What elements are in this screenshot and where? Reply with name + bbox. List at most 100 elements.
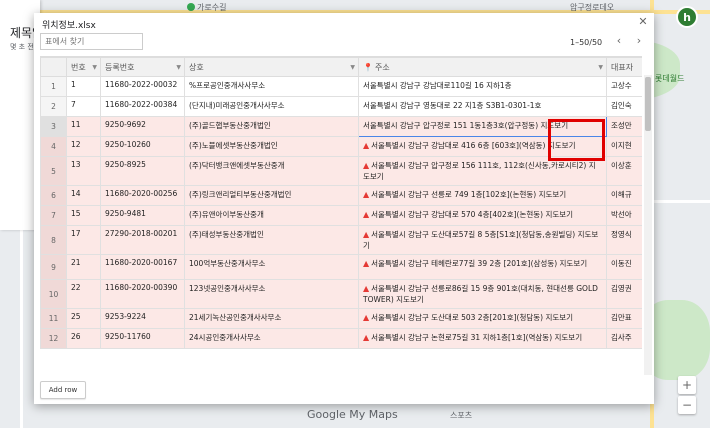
rep-cell[interactable]: 이상훈 (606, 156, 642, 186)
num-cell[interactable]: 17 (66, 225, 101, 255)
address-cell[interactable]: ▲ 서울특별시 강남구 도산대로 503 2층[201호](청담동) 지도보기 (358, 308, 607, 329)
num-cell[interactable]: 7 (66, 96, 101, 117)
rep-cell[interactable]: 이지현 (606, 136, 642, 157)
table-search-input[interactable] (40, 33, 143, 50)
reg-cell[interactable]: 11680-2020-00256 (100, 185, 185, 206)
address-cell[interactable]: ▲ 서울특별시 강남구 도산대로57길 8 5층[S1호](청담동,송원빌딩) 지… (358, 225, 607, 255)
rep-cell[interactable]: 정영식 (606, 225, 642, 255)
rep-cell[interactable]: 김만표 (606, 308, 642, 329)
row-number-cell[interactable]: 5 (40, 156, 67, 186)
reg-cell[interactable]: 9250-11760 (100, 328, 185, 349)
reg-cell[interactable]: 27290-2018-00201 (100, 225, 185, 255)
map-label-lotteworld: 롯데월드 (655, 74, 685, 83)
row-number-header (40, 57, 67, 77)
name-cell[interactable]: (단지내)미래공인중개사사무소 (184, 96, 359, 117)
table-row[interactable]: 11 25 9253-9224 21세기녹산공인중개사사무소 ▲ 서울특별시 강남구 도산… (40, 308, 642, 329)
rep-cell[interactable]: 김영권 (606, 279, 642, 309)
zoom-in-button[interactable]: + (678, 376, 696, 394)
rep-cell[interactable]: 박선아 (606, 205, 642, 226)
rep-cell[interactable]: 김인숙 (606, 96, 642, 117)
rep-cell[interactable]: 고상수 (606, 76, 642, 97)
column-header-rep[interactable]: 대표자 (606, 57, 642, 77)
row-number-cell[interactable]: 3 (40, 116, 67, 137)
add-row-button[interactable]: Add row (40, 381, 86, 399)
num-cell[interactable]: 21 (66, 254, 101, 280)
reg-cell[interactable]: 11680-2022-00384 (100, 96, 185, 117)
reg-cell[interactable]: 11680-2020-00390 (100, 279, 185, 309)
rep-cell[interactable]: 이동진 (606, 254, 642, 280)
address-text: 서울특별시 강남구 선릉로 749 1층[102호](논현동) 지도보기 (371, 190, 567, 199)
name-cell[interactable]: (주)골드햅부동산중개법인 (184, 116, 359, 137)
num-cell[interactable]: 12 (66, 136, 101, 157)
address-cell[interactable]: 서울특별시 강남구 강남대로110길 16 지하1층 (358, 76, 607, 97)
num-cell[interactable]: 11 (66, 116, 101, 137)
table-row[interactable]: 1 1 11680-2022-00032 %프로공인중개사사무소 서울특별시 강남구 강… (40, 76, 642, 97)
name-cell[interactable]: (주)노블에셋부동산중개법인 (184, 136, 359, 157)
scrollbar-thumb[interactable] (645, 77, 651, 131)
num-cell[interactable]: 22 (66, 279, 101, 309)
column-header-num[interactable]: 번호 ▼ (66, 57, 101, 77)
num-cell[interactable]: 25 (66, 308, 101, 329)
address-cell[interactable]: 서울특별시 강남구 영동대로 22 지1층 S3B1-0301-1호 (358, 96, 607, 117)
row-number-cell[interactable]: 1 (40, 76, 67, 97)
address-cell[interactable]: ▲ 서울특별시 강남구 논현로75길 31 지하1층[1호](역삼동) 지도보기 (358, 328, 607, 349)
reg-cell[interactable]: 11680-2020-00167 (100, 254, 185, 280)
reg-cell[interactable]: 9250-9692 (100, 116, 185, 137)
row-number-cell[interactable]: 6 (40, 185, 67, 206)
row-number-cell[interactable]: 10 (40, 279, 67, 309)
num-cell[interactable]: 26 (66, 328, 101, 349)
table-row[interactable]: 9 21 11680-2020-00167 100억부동산중개사무소 ▲ 서울특별시 강남… (40, 254, 642, 280)
column-header-name[interactable]: 상호 ▼ (184, 57, 359, 77)
num-cell[interactable]: 15 (66, 205, 101, 226)
rep-cell[interactable]: 조성만 (606, 116, 642, 137)
rep-cell[interactable]: 김사주 (606, 328, 642, 349)
row-number-cell[interactable]: 2 (40, 96, 67, 117)
address-cell[interactable]: ▲ 서울특별시 강남구 테헤란로77길 39 2층 [201호](삼성동) 지도보… (358, 254, 607, 280)
table-row[interactable]: 6 14 11680-2020-00256 (주)링크앤리얼티부동산중개법인 ▲ 서울특별… (40, 185, 642, 206)
address-cell[interactable]: ▲ 서울특별시 강남구 선릉로86길 15 9층 901호(대치동, 현대선릉 G… (358, 279, 607, 309)
name-cell[interactable]: (주)유앤아이부동산중개 (184, 205, 359, 226)
chevron-right-icon[interactable]: › (631, 34, 647, 48)
row-number-cell[interactable]: 11 (40, 308, 67, 329)
reg-cell[interactable]: 11680-2022-00032 (100, 76, 185, 97)
reg-cell[interactable]: 9250-9481 (100, 205, 185, 226)
map-label-garosugil: 가로수길 (197, 3, 227, 12)
row-number-cell[interactable]: 12 (40, 328, 67, 349)
name-cell[interactable]: 21세기녹산공인중개사사무소 (184, 308, 359, 329)
table-row[interactable]: 7 15 9250-9481 (주)유앤아이부동산중개 ▲ 서울특별시 강남구 강남대로 … (40, 205, 642, 226)
num-cell[interactable]: 1 (66, 76, 101, 97)
table-row[interactable]: 10 22 11680-2020-00390 123넷공인중개사사무소 ▲ 서울특별시 강… (40, 279, 642, 309)
address-cell[interactable]: ▲ 서울특별시 강남구 강남대로 570 4층[402호](논현동) 지도보기 (358, 205, 607, 226)
table-row[interactable]: 2 7 11680-2022-00384 (단지내)미래공인중개사사무소 서울특별시 강… (40, 96, 642, 117)
name-cell[interactable]: 24시공인중개사사무소 (184, 328, 359, 349)
rep-cell[interactable]: 이해규 (606, 185, 642, 206)
logo-text: Google My Maps (307, 408, 398, 421)
address-cell[interactable]: ▲ 서울특별시 강남구 선릉로 749 1층[102호](논현동) 지도보기 (358, 185, 607, 206)
name-cell[interactable]: 123넷공인중개사사무소 (184, 279, 359, 309)
row-number-cell[interactable]: 7 (40, 205, 67, 226)
close-icon[interactable]: ✕ (636, 15, 650, 29)
vertical-scrollbar[interactable] (644, 75, 652, 375)
account-avatar[interactable]: h (676, 6, 698, 28)
name-cell[interactable]: (주)태성부동산중개법인 (184, 225, 359, 255)
map-label-apgujeong: 압구정로데오 (570, 3, 615, 12)
name-cell[interactable]: 100억부동산중개사무소 (184, 254, 359, 280)
num-cell[interactable]: 13 (66, 156, 101, 186)
chevron-left-icon[interactable]: ‹ (611, 34, 627, 48)
name-cell[interactable]: (주)닥터뱅크앤에셋부동산중개 (184, 156, 359, 186)
reg-cell[interactable]: 9253-9224 (100, 308, 185, 329)
row-number-cell[interactable]: 4 (40, 136, 67, 157)
reg-cell[interactable]: 9250-8925 (100, 156, 185, 186)
row-number-cell[interactable]: 9 (40, 254, 67, 280)
table-row[interactable]: 12 26 9250-11760 24시공인중개사사무소 ▲ 서울특별시 강남구 논현로7… (40, 328, 642, 349)
zoom-out-button[interactable]: − (678, 396, 696, 414)
table-row[interactable]: 8 17 27290-2018-00201 (주)태성부동산중개법인 ▲ 서울특별시 강남… (40, 225, 642, 255)
row-number-cell[interactable]: 8 (40, 225, 67, 255)
column-header-reg[interactable]: 등록번호 ▼ (100, 57, 185, 77)
num-cell[interactable]: 14 (66, 185, 101, 206)
reg-cell[interactable]: 9250-10260 (100, 136, 185, 157)
name-cell[interactable]: %프로공인중개사사무소 (184, 76, 359, 97)
column-header-address[interactable]: 📍 주소 ▼ (358, 57, 607, 77)
save-status: 몇 초 전 (10, 43, 34, 51)
name-cell[interactable]: (주)링크앤리얼티부동산중개법인 (184, 185, 359, 206)
